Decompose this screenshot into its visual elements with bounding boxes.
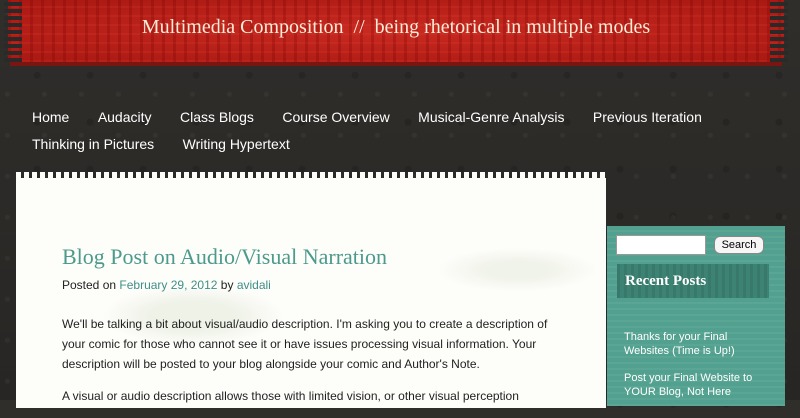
site-header-banner: Multimedia Composition // being rhetorical… bbox=[4, 0, 788, 62]
main-content: Blog Post on Audio/Visual Narration Post… bbox=[16, 172, 606, 408]
recent-posts-title: Recent Posts bbox=[625, 273, 707, 289]
post-paragraph: A visual or audio description allows tho… bbox=[62, 389, 519, 403]
nav-item-course-overview[interactable]: Course Overview bbox=[282, 104, 389, 131]
site-tagline: being rhetorical in multiple modes bbox=[374, 16, 651, 38]
search-button[interactable]: Search bbox=[714, 236, 764, 254]
main-nav: Home Audacity Class Blogs Course Overvie… bbox=[32, 104, 752, 158]
nav-item-thinking-in-pictures[interactable]: Thinking in Pictures bbox=[32, 131, 154, 158]
search-input[interactable] bbox=[616, 235, 706, 255]
site-name[interactable]: Multimedia Composition bbox=[142, 16, 344, 38]
post-body: We'll be talking a bit about visual/audi… bbox=[62, 314, 562, 418]
site-title[interactable]: Multimedia Composition // being rhetorical… bbox=[8, 16, 784, 39]
post-paragraph: We'll be talking a bit about visual/audi… bbox=[62, 317, 548, 371]
post-title[interactable]: Blog Post on Audio/Visual Narration bbox=[62, 244, 387, 270]
recent-post-link[interactable]: Post your Final Website to YOUR Blog, No… bbox=[624, 371, 774, 399]
nav-item-class-blogs[interactable]: Class Blogs bbox=[180, 104, 254, 131]
nav-item-home[interactable]: Home bbox=[32, 104, 69, 131]
title-separator: // bbox=[353, 16, 365, 38]
by-label: by bbox=[220, 278, 234, 292]
list-item: Thanks for your Final Websites (Time is … bbox=[624, 330, 774, 358]
post-meta: Posted on February 29, 2012 by avidali bbox=[62, 278, 271, 292]
post-date-link[interactable]: February 29, 2012 bbox=[119, 278, 217, 292]
recent-post-link[interactable]: Thanks for your Final Websites (Time is … bbox=[624, 330, 774, 358]
nav-item-musical-genre-analysis[interactable]: Musical-Genre Analysis bbox=[418, 104, 564, 131]
nav-item-previous-iteration[interactable]: Previous Iteration bbox=[593, 104, 702, 131]
recent-posts-header: Recent Posts bbox=[617, 264, 769, 298]
posted-on-label: Posted on bbox=[62, 278, 117, 292]
sidebar: Search Recent Posts Thanks for your Fina… bbox=[607, 226, 785, 406]
list-item: Post your Final Website to YOUR Blog, No… bbox=[624, 371, 774, 399]
post-author-link[interactable]: avidali bbox=[237, 278, 271, 292]
nav-item-writing-hypertext[interactable]: Writing Hypertext bbox=[183, 131, 290, 158]
nav-item-audacity[interactable]: Audacity bbox=[98, 104, 152, 131]
